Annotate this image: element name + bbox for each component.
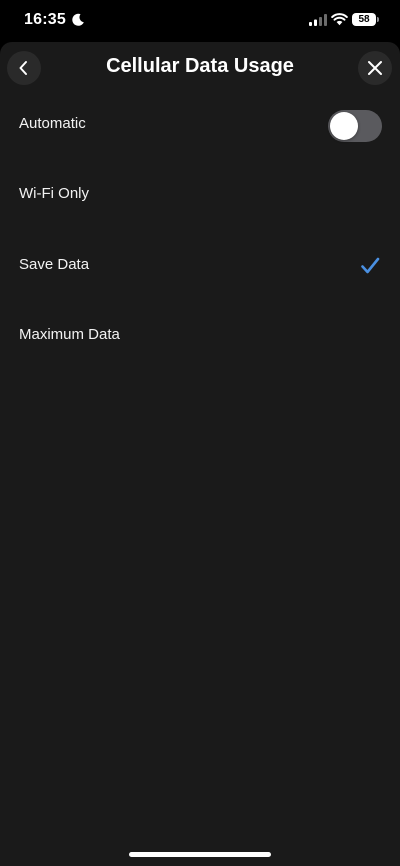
battery-tip [377,17,379,22]
option-save-data[interactable]: Save Data [0,239,400,295]
option-automatic[interactable]: Automatic [0,98,400,154]
status-bar: 16:35 58 [0,0,400,42]
battery-icon: 58 [352,13,376,26]
home-indicator [129,852,271,857]
moon-icon [72,13,84,26]
option-label: Save Data [19,256,90,273]
close-icon [368,61,382,75]
checkmark-icon [361,257,380,274]
option-label: Automatic [19,115,86,132]
automatic-toggle[interactable] [328,110,382,142]
page-title: Cellular Data Usage [106,55,294,77]
option-maximum-data[interactable]: Maximum Data [0,309,400,365]
back-button[interactable] [7,51,41,85]
option-wifi-only[interactable]: Wi-Fi Only [0,168,400,224]
data-usage-sheet: Cellular Data Usage Automatic Wi-Fi Only… [0,42,400,866]
wifi-icon [331,13,348,26]
option-label: Maximum Data [19,326,120,343]
toggle-knob [330,112,358,140]
close-button[interactable] [358,51,392,85]
status-time: 16:35 [24,11,66,28]
chevron-left-icon [19,61,27,75]
cellular-signal-icon [309,14,327,26]
option-label: Wi-Fi Only [19,185,89,202]
